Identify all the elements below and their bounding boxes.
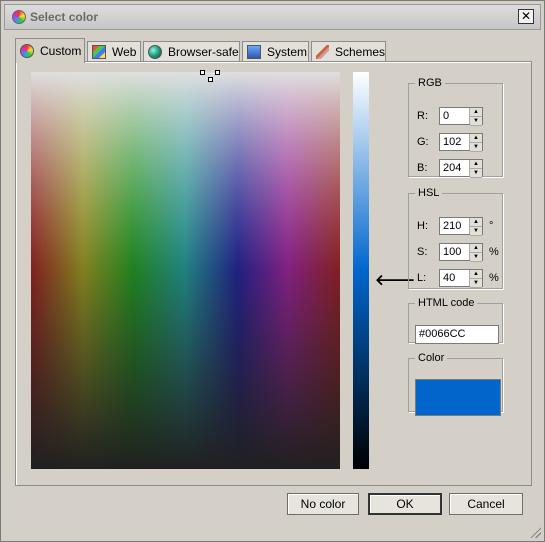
close-button[interactable]: ✕ (518, 9, 534, 24)
g-row: G: 102 ▲ ▼ (417, 133, 483, 152)
hue-saturation-picker[interactable] (31, 72, 340, 469)
r-value[interactable]: 0 (440, 108, 469, 124)
tab-label: System (267, 45, 308, 59)
rgb-group: RGB R: 0 ▲ ▼ G: 102 ▲ ▼ B: 204 ▲ ▼ (408, 77, 503, 178)
l-row: L: 40 ▲ ▼ % (417, 269, 499, 288)
tab-label: Browser-safe (168, 45, 239, 59)
tab-browser-safe[interactable]: Browser-safe (143, 41, 240, 62)
spin-down-icon[interactable]: ▼ (470, 117, 482, 126)
b-label: B: (417, 162, 428, 174)
b-spinbox[interactable]: 204 ▲ ▼ (439, 159, 483, 178)
g-spinbox[interactable]: 102 ▲ ▼ (439, 133, 483, 152)
monitor-icon (247, 45, 261, 59)
resize-grip-icon[interactable] (529, 526, 541, 538)
color-wheel-icon (20, 44, 34, 58)
b-row: B: 204 ▲ ▼ (417, 159, 483, 178)
l-label: L: (417, 272, 427, 284)
globe-icon (148, 45, 162, 59)
spin-up-icon[interactable]: ▲ (470, 134, 482, 143)
tab-custom[interactable]: Custom (15, 38, 85, 63)
no-color-button[interactable]: No color (287, 493, 359, 515)
lightness-slider[interactable] (353, 72, 369, 469)
h-spinbox[interactable]: 210 ▲ ▼ (439, 217, 483, 236)
b-value[interactable]: 204 (440, 160, 469, 176)
l-unit: % (489, 272, 499, 284)
s-label: S: (417, 246, 428, 258)
window-title: Select color (30, 10, 99, 24)
color-preview-group: Color (408, 352, 503, 416)
spin-up-icon[interactable]: ▲ (470, 244, 482, 253)
brush-icon (316, 45, 329, 59)
ok-button[interactable]: OK (368, 493, 442, 515)
s-value[interactable]: 100 (440, 244, 469, 260)
title-bar[interactable]: Select color ✕ (4, 4, 541, 30)
spin-down-icon[interactable]: ▼ (470, 227, 482, 236)
tab-label: Web (112, 45, 137, 59)
spin-down-icon[interactable]: ▼ (470, 253, 482, 262)
h-value[interactable]: 210 (440, 218, 469, 234)
cancel-button[interactable]: Cancel (449, 493, 523, 515)
r-row: R: 0 ▲ ▼ (417, 107, 483, 126)
spin-up-icon[interactable]: ▲ (470, 108, 482, 117)
tab-system[interactable]: System (242, 41, 309, 62)
hsl-legend: HSL (418, 187, 440, 199)
spin-down-icon[interactable]: ▼ (470, 143, 482, 152)
spin-down-icon[interactable]: ▼ (470, 279, 482, 288)
html-code-legend: HTML code (418, 297, 475, 309)
web-palette-icon (92, 45, 106, 59)
hsl-group: HSL H: 210 ▲ ▼ ° S: 100 ▲ ▼ % L: 40 ▲ ▼ % (408, 187, 503, 289)
h-label: H: (417, 220, 428, 232)
tab-label: Schemes (334, 45, 385, 59)
r-label: R: (417, 110, 428, 122)
tab-web[interactable]: Web (87, 41, 141, 62)
s-unit: % (489, 246, 499, 258)
html-code-input[interactable]: #0066CC (415, 325, 499, 344)
g-label: G: (417, 136, 429, 148)
color-legend: Color (418, 352, 445, 364)
picker-crosshair[interactable] (200, 70, 222, 84)
h-unit: ° (489, 220, 494, 232)
color-swatch (415, 379, 501, 416)
l-spinbox[interactable]: 40 ▲ ▼ (439, 269, 483, 288)
select-color-dialog: Select color ✕ Custom Web Browser-safe S… (0, 0, 545, 542)
spin-down-icon[interactable]: ▼ (470, 169, 482, 178)
tab-label: Custom (40, 44, 82, 58)
h-row: H: 210 ▲ ▼ ° (417, 217, 494, 236)
rgb-legend: RGB (418, 77, 442, 89)
r-spinbox[interactable]: 0 ▲ ▼ (439, 107, 483, 126)
g-value[interactable]: 102 (440, 134, 469, 150)
s-row: S: 100 ▲ ▼ % (417, 243, 499, 262)
spin-up-icon[interactable]: ▲ (470, 270, 482, 279)
html-code-group: HTML code #0066CC (408, 297, 503, 344)
spin-up-icon[interactable]: ▲ (470, 160, 482, 169)
l-value[interactable]: 40 (440, 270, 469, 286)
s-spinbox[interactable]: 100 ▲ ▼ (439, 243, 483, 262)
tab-schemes[interactable]: Schemes (311, 41, 386, 62)
color-wheel-icon (12, 10, 26, 24)
spin-up-icon[interactable]: ▲ (470, 218, 482, 227)
